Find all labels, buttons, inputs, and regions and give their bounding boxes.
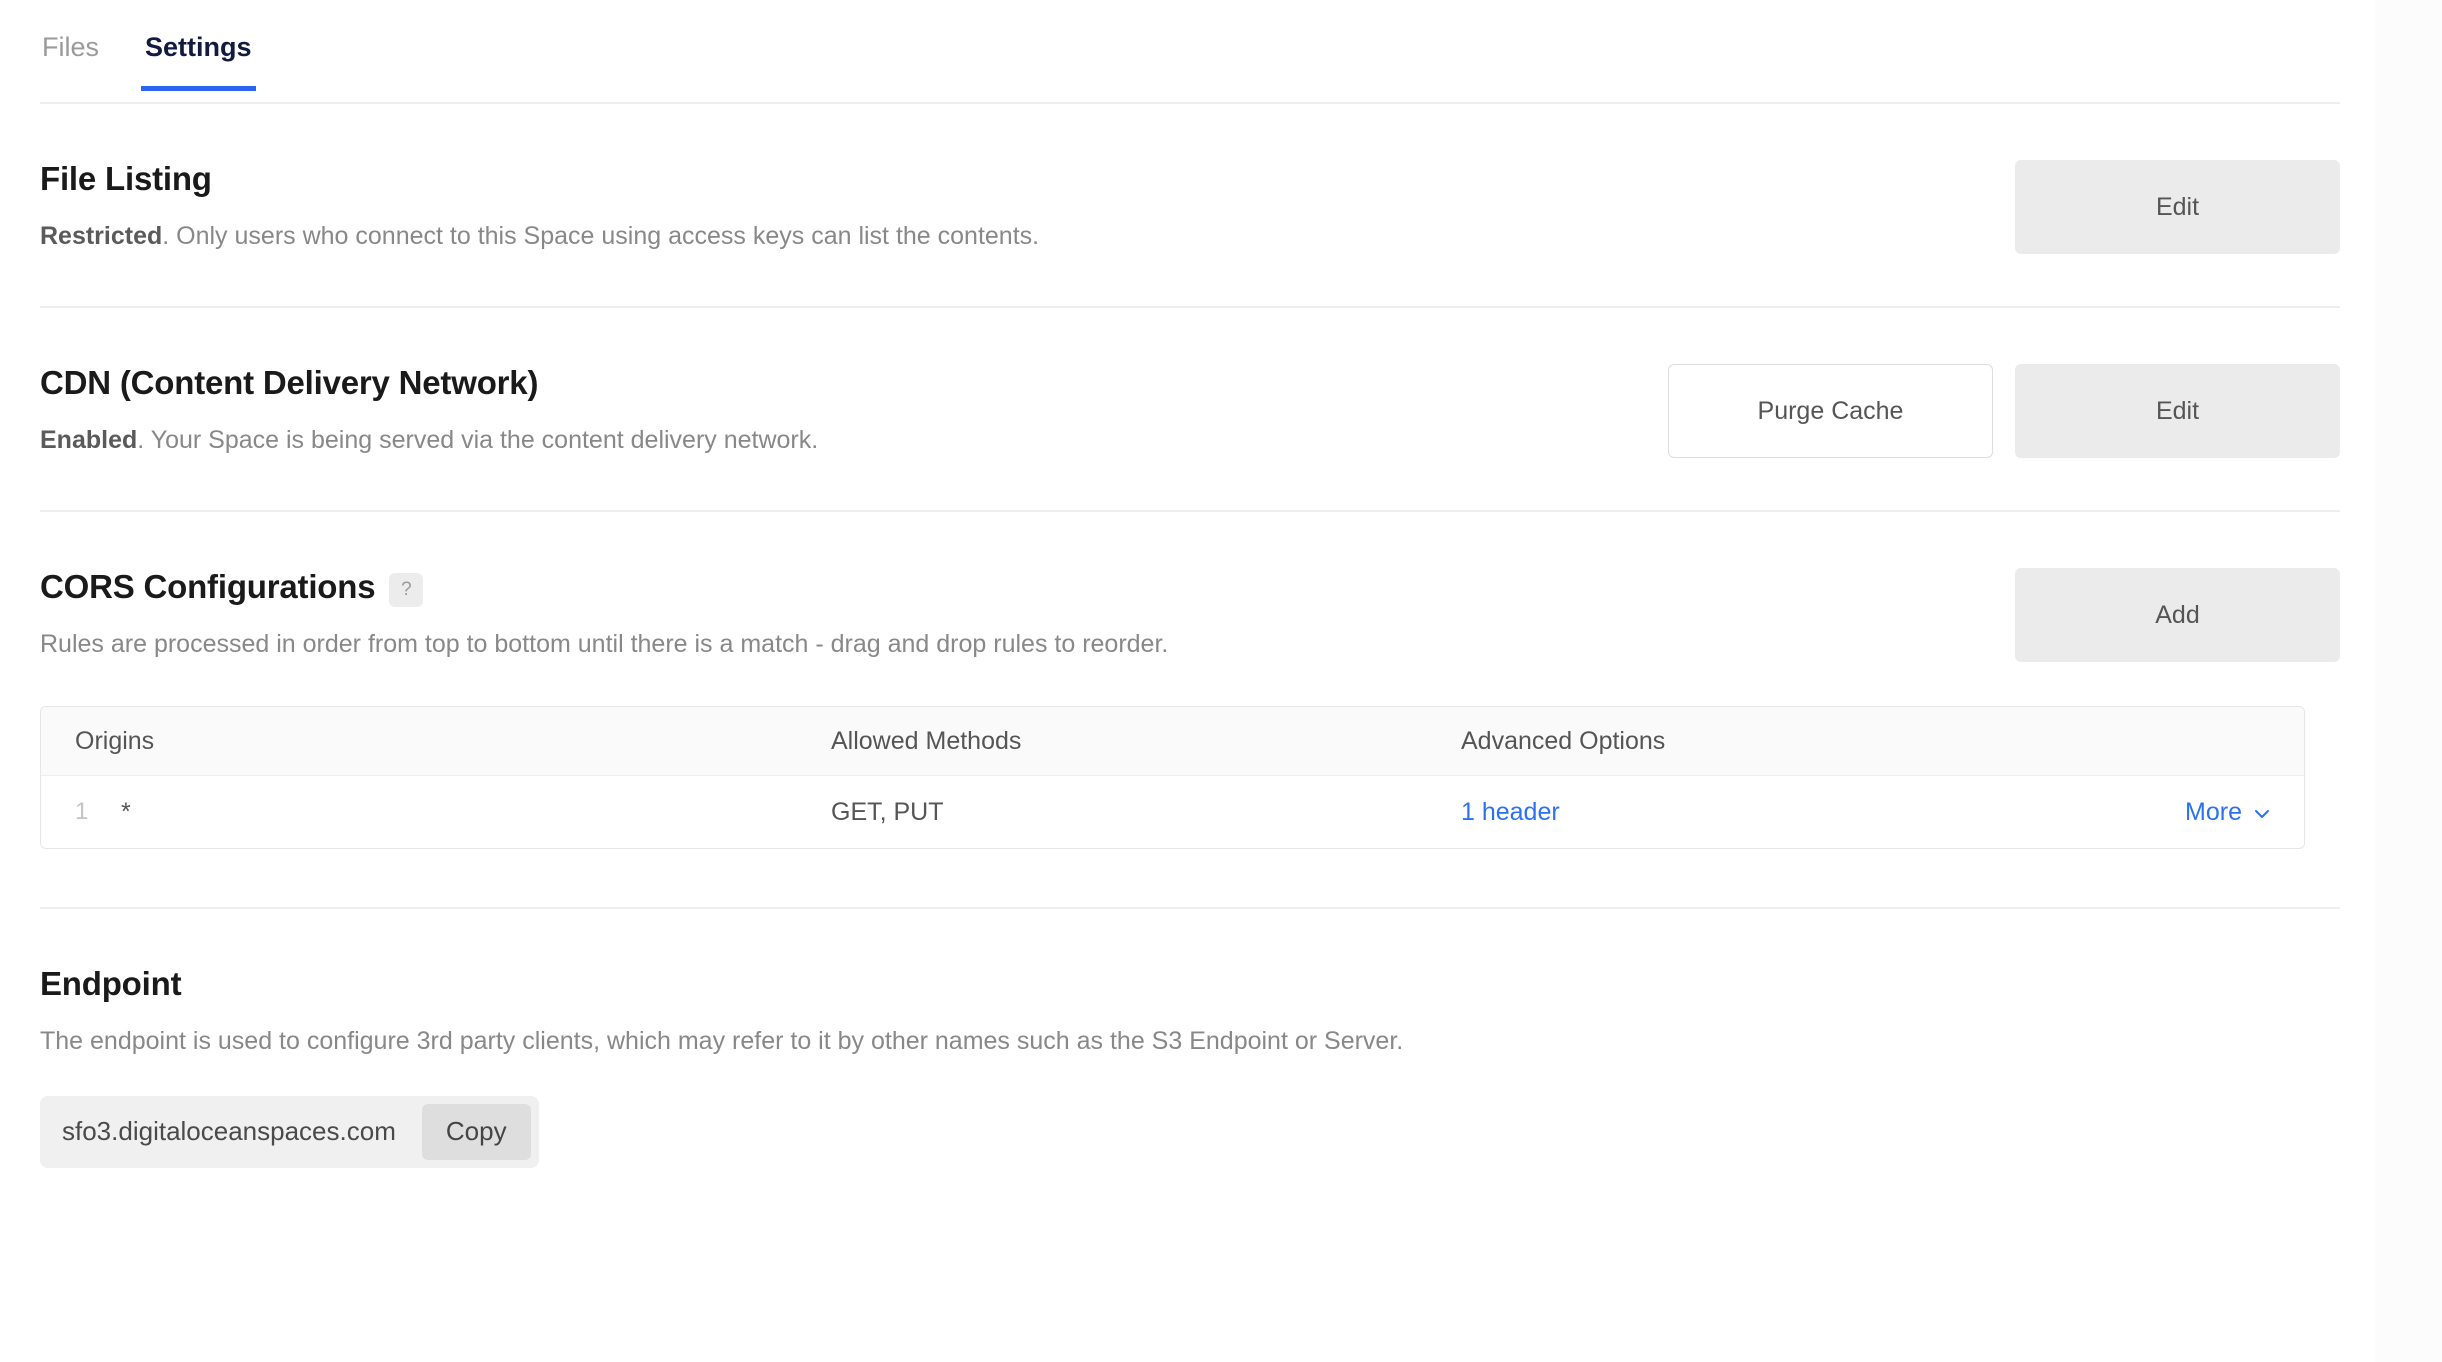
endpoint-description: The endpoint is used to configure 3rd pa…	[40, 1025, 2340, 1058]
cdn-row: CDN (Content Delivery Network) Enabled. …	[40, 364, 2340, 458]
page-right-gutter	[2375, 0, 2442, 1362]
file-listing-status: Restricted	[40, 222, 162, 250]
file-listing-title-label: File Listing	[40, 160, 212, 198]
cell-allowed-methods: GET, PUT	[831, 798, 1461, 827]
help-icon[interactable]: ?	[389, 573, 423, 607]
column-header-allowed-methods: Allowed Methods	[831, 727, 1461, 756]
cdn-status: Enabled	[40, 426, 137, 454]
file-listing-description: Restricted. Only users who connect to th…	[40, 220, 2015, 253]
file-listing-text: File Listing Restricted. Only users who …	[40, 160, 2015, 253]
row-index: 1	[75, 798, 121, 826]
settings-page: Files Settings File Listing Restricted. …	[0, 0, 2442, 1362]
file-listing-edit-button[interactable]: Edit	[2015, 160, 2340, 254]
cell-origins: 1 *	[41, 798, 831, 827]
endpoint-title: Endpoint	[40, 965, 2340, 1003]
cors-text: CORS Configurations ? Rules are processe…	[40, 568, 2015, 661]
cdn-text: CDN (Content Delivery Network) Enabled. …	[40, 364, 1668, 457]
cdn-edit-button[interactable]: Edit	[2015, 364, 2340, 458]
section-file-listing: File Listing Restricted. Only users who …	[40, 104, 2375, 306]
tab-bar: Files Settings	[40, 0, 2375, 104]
cors-table: Origins Allowed Methods Advanced Options…	[40, 706, 2305, 849]
cdn-description: Enabled. Your Space is being served via …	[40, 424, 1668, 457]
file-listing-actions: Edit	[2015, 160, 2340, 254]
file-listing-row: File Listing Restricted. Only users who …	[40, 160, 2340, 254]
chevron-down-icon	[2252, 802, 2272, 822]
column-header-advanced-options: Advanced Options	[1461, 727, 2161, 756]
tab-files[interactable]: Files	[40, 28, 101, 91]
more-label: More	[2185, 798, 2242, 827]
endpoint-field: sfo3.digitaloceanspaces.com Copy	[40, 1096, 539, 1168]
cors-title-label: CORS Configurations	[40, 568, 375, 606]
tab-settings[interactable]: Settings	[143, 28, 254, 91]
section-cdn: CDN (Content Delivery Network) Enabled. …	[40, 308, 2375, 510]
tab-settings-label: Settings	[145, 32, 252, 62]
file-listing-title: File Listing	[40, 160, 2015, 198]
cors-description: Rules are processed in order from top to…	[40, 628, 2015, 661]
cors-actions: Add	[2015, 568, 2340, 662]
cdn-title: CDN (Content Delivery Network)	[40, 364, 1668, 402]
headers-link[interactable]: 1 header	[1461, 798, 1560, 826]
endpoint-value: sfo3.digitaloceanspaces.com	[62, 1116, 422, 1147]
section-cors: CORS Configurations ? Rules are processe…	[40, 512, 2375, 907]
cors-table-header: Origins Allowed Methods Advanced Options	[41, 707, 2304, 776]
cell-advanced-options: 1 header	[1461, 798, 2161, 827]
cell-more: More	[2161, 798, 2304, 827]
more-button[interactable]: More	[2185, 798, 2272, 827]
tab-files-label: Files	[42, 32, 99, 62]
file-listing-desc-text: . Only users who connect to this Space u…	[162, 222, 1039, 250]
cdn-purge-cache-button[interactable]: Purge Cache	[1668, 364, 1993, 458]
column-header-origins: Origins	[41, 727, 831, 756]
cors-row: CORS Configurations ? Rules are processe…	[40, 568, 2340, 662]
cors-add-button[interactable]: Add	[2015, 568, 2340, 662]
copy-button[interactable]: Copy	[422, 1104, 531, 1160]
table-row[interactable]: 1 * GET, PUT 1 header More	[41, 776, 2304, 848]
section-endpoint: Endpoint The endpoint is used to configu…	[40, 909, 2375, 1168]
cdn-desc-text: . Your Space is being served via the con…	[137, 426, 818, 454]
endpoint-title-label: Endpoint	[40, 965, 181, 1003]
origin-value: *	[121, 798, 131, 827]
cors-title: CORS Configurations ?	[40, 568, 2015, 606]
cdn-actions: Purge Cache Edit	[1668, 364, 2340, 458]
settings-content: Files Settings File Listing Restricted. …	[0, 0, 2375, 1362]
cdn-title-label: CDN (Content Delivery Network)	[40, 364, 538, 402]
